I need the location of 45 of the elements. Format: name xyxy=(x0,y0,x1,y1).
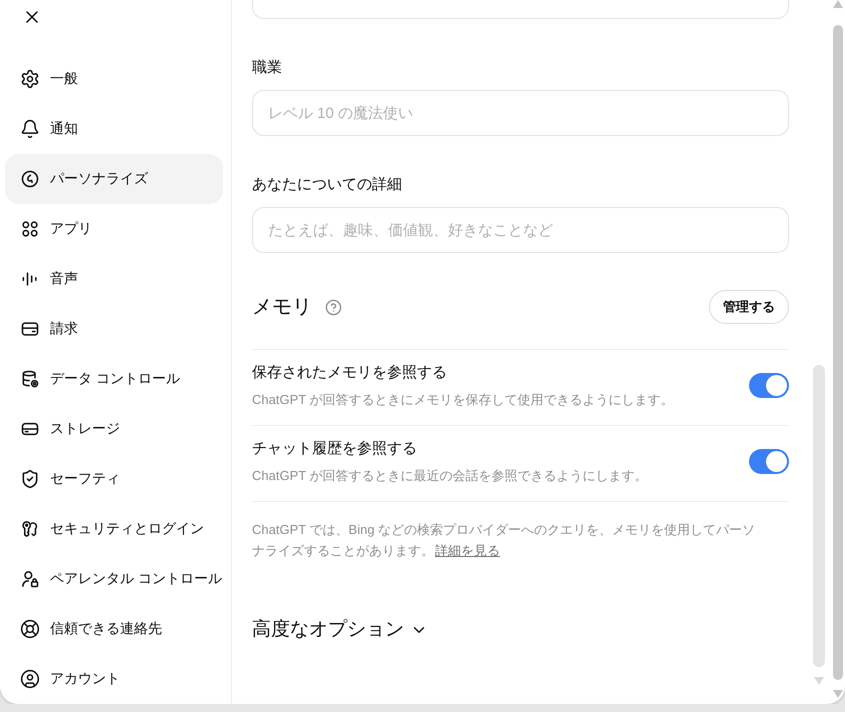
help-icon[interactable] xyxy=(325,298,342,316)
toggle-switch[interactable] xyxy=(749,449,789,474)
user-lock-icon xyxy=(20,569,40,589)
setting-description: ChatGPT が回答するときにメモリを保存して使用できるようにします。 xyxy=(252,391,674,409)
down-arrow-icon[interactable] xyxy=(833,690,843,698)
four-circles-icon xyxy=(20,219,40,239)
sidebar-item[interactable]: アカウント xyxy=(5,654,223,704)
toggle-switch[interactable] xyxy=(749,373,789,398)
setting-title: チャット履歴を参照する xyxy=(252,439,418,459)
sidebar-item[interactable]: データ コントロール xyxy=(5,354,223,404)
gear-icon xyxy=(20,69,40,89)
manage-button[interactable]: 管理する xyxy=(709,290,789,324)
learn-more-link[interactable]: 詳細を見る xyxy=(435,543,500,558)
sidebar-item[interactable]: 信頼できる連絡先 xyxy=(5,604,223,654)
sidebar-item[interactable]: ストレージ xyxy=(5,404,223,454)
down-arrow-icon[interactable] xyxy=(813,676,825,686)
memory-note: ChatGPT では、Bing などの検索プロバイダーへのクエリを、メモリを使用してパーソナライズすることがあります。詳細を見る xyxy=(252,521,756,560)
up-arrow-icon[interactable] xyxy=(833,0,843,8)
section-title: メモリ xyxy=(252,295,312,320)
input-field[interactable]: たとえば、趣味、価値観、好きなことなど xyxy=(252,207,789,253)
setting-title: 保存されたメモリを参照する xyxy=(252,363,448,383)
sidebar-item[interactable]: パーソナライズ xyxy=(5,154,223,204)
sidebar-item[interactable]: ペアレンタル コントロール xyxy=(5,554,223,604)
input-field[interactable] xyxy=(252,0,789,19)
sidebar-item[interactable]: 通知 xyxy=(5,104,223,154)
setting-description: ChatGPT が回答するときに最近の会話を参照できるようにします。 xyxy=(252,467,648,485)
sidebar-item[interactable]: セキュリティとログイン xyxy=(5,504,223,554)
shield-check-icon xyxy=(20,469,40,489)
user-circle-icon xyxy=(20,669,40,689)
field-label: 職業 xyxy=(252,58,283,78)
advanced-options-button[interactable]: 高度なオプション xyxy=(252,616,428,644)
sidebar-item[interactable]: 請求 xyxy=(5,304,223,354)
scrollbar-thumb[interactable] xyxy=(813,365,825,667)
sidebar-item[interactable]: セーフティ xyxy=(5,454,223,504)
swirl-circle-icon xyxy=(20,169,40,189)
database-gear-icon xyxy=(20,369,40,389)
keys-icon xyxy=(20,519,40,539)
bell-icon xyxy=(20,119,40,139)
sidebar-item[interactable]: 音声 xyxy=(5,254,223,304)
scrollbar-thumb[interactable] xyxy=(833,25,843,680)
field-label: あなたについての詳細 xyxy=(252,175,403,195)
input-field[interactable]: レベル 10 の魔法使い xyxy=(252,90,789,136)
sidebar-item[interactable]: 一般 xyxy=(5,54,223,104)
sidebar-item[interactable]: アプリ xyxy=(5,204,223,254)
lifebuoy-icon xyxy=(20,619,40,639)
